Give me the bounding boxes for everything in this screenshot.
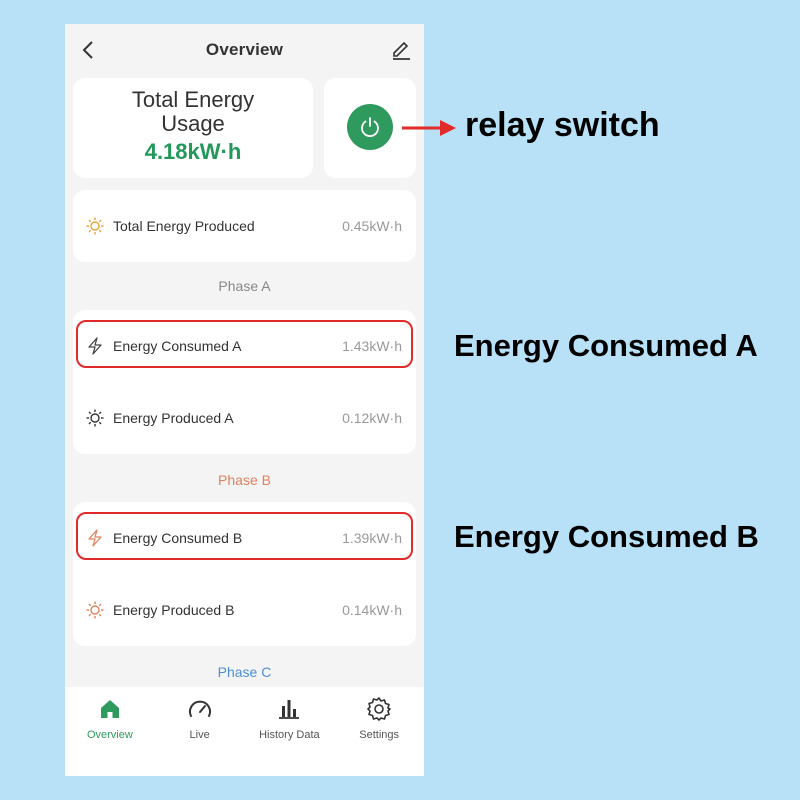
home-icon <box>96 695 124 723</box>
energy-produced-a-value: 0.12kW·h <box>342 410 402 426</box>
phone-screen: Overview Total Energy Usage 4.18kW·h Tot… <box>65 24 424 776</box>
relay-switch-button[interactable] <box>347 104 393 150</box>
tab-live-label: Live <box>189 729 210 741</box>
highlight-consumed-a <box>76 320 413 368</box>
page-title: Overview <box>205 40 284 59</box>
energy-produced-b-label: Energy Produced B <box>113 602 235 618</box>
gear-icon <box>365 695 393 723</box>
total-energy-label-line1: Total Energy <box>131 87 255 112</box>
phase-b-title: Phase B <box>218 472 271 488</box>
bottom-tab-bar: Overview Live History Data Settings <box>65 687 424 776</box>
phase-a-title: Phase A <box>218 278 271 294</box>
back-button[interactable] <box>77 38 99 62</box>
energy-produced-b-row[interactable]: Energy Produced B 0.14kW·h <box>73 574 416 646</box>
total-energy-label-line2: Usage <box>161 111 225 136</box>
energy-produced-a-row[interactable]: Energy Produced A 0.12kW·h <box>73 382 416 454</box>
phase-c-title: Phase C <box>217 664 272 680</box>
tab-history-data-label: History Data <box>259 729 320 741</box>
pencil-icon <box>393 41 410 60</box>
sun-icon <box>86 409 104 427</box>
red-arrow-icon <box>402 120 456 136</box>
bar-chart-icon <box>275 695 303 723</box>
power-icon <box>361 117 379 138</box>
total-energy-card: Total Energy Usage 4.18kW·h <box>73 78 313 178</box>
tab-settings-label: Settings <box>359 729 399 741</box>
tab-live[interactable]: Live <box>160 695 240 741</box>
energy-produced-b-value: 0.14kW·h <box>342 602 402 618</box>
tab-history-data[interactable]: History Data <box>249 695 329 741</box>
relay-switch-annotation: relay switch <box>465 106 660 144</box>
gauge-icon <box>186 695 214 723</box>
energy-consumed-b-annotation: Energy Consumed B <box>454 519 759 554</box>
tab-settings[interactable]: Settings <box>339 695 419 741</box>
total-energy-produced-row[interactable]: Total Energy Produced 0.45kW·h <box>73 190 416 262</box>
tab-overview-label: Overview <box>86 729 133 741</box>
total-energy-value: 4.18kW·h <box>144 139 242 164</box>
energy-consumed-a-annotation: Energy Consumed A <box>454 328 758 363</box>
energy-produced-a-label: Energy Produced A <box>113 410 234 426</box>
total-energy-produced-value: 0.45kW·h <box>342 218 402 234</box>
total-energy-label: Total Energy Usage <box>73 88 313 136</box>
sun-icon <box>86 601 104 619</box>
chevron-left-icon <box>82 41 93 59</box>
sun-icon <box>86 217 104 235</box>
top-bar: Overview <box>65 24 424 76</box>
edit-button[interactable] <box>390 38 414 62</box>
total-energy-produced-label: Total Energy Produced <box>113 218 255 234</box>
tab-overview[interactable]: Overview <box>70 695 150 741</box>
highlight-consumed-b <box>76 512 413 560</box>
